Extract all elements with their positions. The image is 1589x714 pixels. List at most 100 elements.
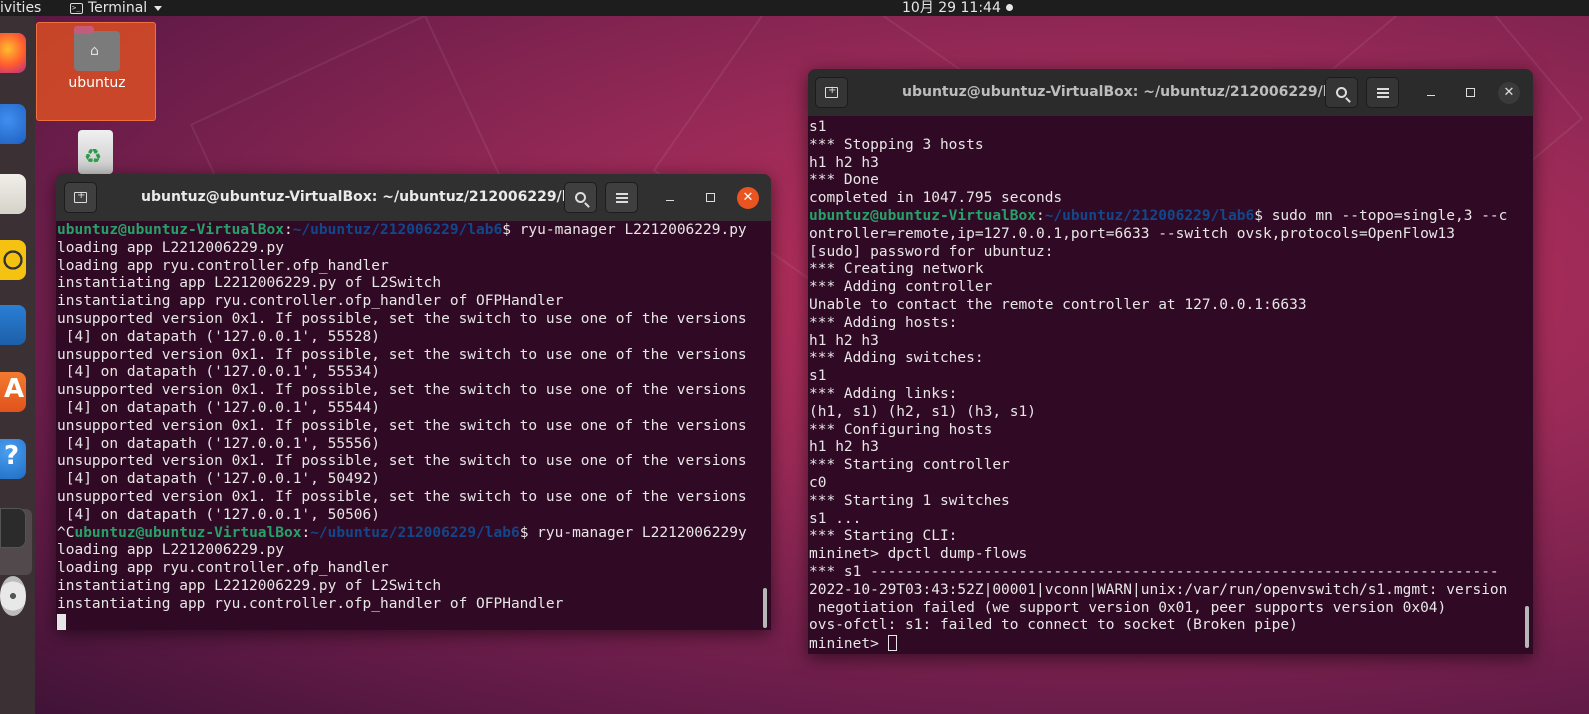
firefox-icon[interactable] xyxy=(0,33,26,73)
terminal-line: h1 h2 h3 xyxy=(809,332,879,349)
terminal-line: s1 xyxy=(809,119,827,135)
maximize-icon xyxy=(705,193,715,202)
title-bar[interactable]: ubuntuz@ubuntuz-VirtualBox: ~/ubuntuz/21… xyxy=(808,69,1533,116)
terminal-window-left[interactable]: ubuntuz@ubuntuz-VirtualBox: ~/ubuntuz/21… xyxy=(56,174,771,630)
new-tab-icon xyxy=(74,190,87,203)
terminal-line: unsupported version 0x1. If possible, se… xyxy=(57,417,747,434)
terminal-line: *** Starting controller xyxy=(809,457,1010,474)
line-prefix: ^C xyxy=(57,524,75,541)
terminal-line: h1 h2 h3 xyxy=(809,439,879,456)
terminal-input-line[interactable] xyxy=(57,613,757,630)
search-icon xyxy=(1336,87,1347,98)
final-prompt: mininet> xyxy=(809,636,888,653)
software-icon[interactable]: A xyxy=(0,372,26,412)
prompt-path: ~/ubuntuz/212006229/lab6 xyxy=(292,222,503,238)
new-tab-button[interactable] xyxy=(815,77,848,108)
terminal-line: unsupported version 0x1. If possible, se… xyxy=(57,310,747,327)
minimize-button[interactable] xyxy=(1422,84,1440,102)
terminal-line: [4] on datapath ('127.0.0.1', 55556) xyxy=(57,435,381,452)
terminal-output[interactable]: s1 *** Stopping 3 hosts h1 h2 h3 *** Done co… xyxy=(809,119,1524,653)
new-tab-icon xyxy=(825,85,838,98)
terminal-line: [4] on datapath ('127.0.0.1', 55534) xyxy=(57,364,381,381)
window-title: ubuntuz@ubuntuz-VirtualBox: ~/ubuntuz/21… xyxy=(902,84,1357,100)
menu-button[interactable] xyxy=(1366,77,1399,108)
terminal-line: ubuntuz@ubuntuz-VirtualBox:~/ubuntuz/212… xyxy=(809,207,1508,224)
app-menu[interactable]: >_ Terminal xyxy=(70,0,163,16)
command-text: $ ryu-manager L2212006229.py xyxy=(502,222,747,238)
search-button[interactable] xyxy=(1325,77,1358,108)
files-icon[interactable] xyxy=(0,174,26,214)
prompt-user: ubuntuz@ubuntuz-VirtualBox xyxy=(57,222,284,238)
terminal-line: loading app ryu.controller.ofp_handler xyxy=(57,257,389,274)
terminal-line: 2022-10-29T03:43:52Z|00001|vconn|WARN|un… xyxy=(809,581,1508,598)
terminal-line: loading app ryu.controller.ofp_handler xyxy=(57,560,389,577)
help-glyph: ? xyxy=(4,441,20,471)
activities-button[interactable]: ivities xyxy=(0,0,41,16)
terminal-line: *** s1 ---------------------------------… xyxy=(809,563,1499,580)
terminal-line: s1 xyxy=(809,368,827,385)
window-title: ubuntuz@ubuntuz-VirtualBox: ~/ubuntuz/21… xyxy=(141,189,596,205)
terminal-output[interactable]: ubuntuz@ubuntuz-VirtualBox:~/ubuntuz/212… xyxy=(57,222,757,630)
terminal-line: loading app L2212006229.py xyxy=(57,239,284,256)
close-button[interactable]: ✕ xyxy=(737,187,759,209)
terminal-line: ^Cubuntuz@ubuntuz-VirtualBox:~/ubuntuz/2… xyxy=(57,524,747,541)
maximize-button[interactable] xyxy=(701,189,719,207)
terminal-window-right[interactable]: ubuntuz@ubuntuz-VirtualBox: ~/ubuntuz/21… xyxy=(808,69,1533,654)
hamburger-menu-icon xyxy=(615,192,628,203)
terminal-line: s1 ... xyxy=(809,510,862,527)
trash-icon[interactable]: ♻ xyxy=(78,130,113,174)
terminal-line: instantiating app L2212006229.py of L2Sw… xyxy=(57,275,442,292)
search-button[interactable] xyxy=(564,182,597,213)
terminal-line: (h1, s1) (h2, s1) (h3, s1) xyxy=(809,403,1036,420)
maximize-icon xyxy=(1465,88,1475,97)
help-icon[interactable]: ? xyxy=(0,439,26,479)
close-icon: ✕ xyxy=(742,190,754,205)
terminal-line: [4] on datapath ('127.0.0.1', 50506) xyxy=(57,506,381,523)
home-folder-icon[interactable]: ⌂ ubuntuz xyxy=(36,22,156,121)
close-button[interactable]: ✕ xyxy=(1498,82,1520,104)
terminal-line: *** Done xyxy=(809,172,879,189)
rhythmbox-icon[interactable] xyxy=(0,240,26,280)
folder-icon: ⌂ xyxy=(74,26,120,71)
terminal-line: unsupported version 0x1. If possible, se… xyxy=(57,346,747,363)
terminal-line: *** Starting CLI: xyxy=(809,528,958,545)
terminal-line: [4] on datapath ('127.0.0.1', 55544) xyxy=(57,399,381,416)
terminal-line: c0 xyxy=(809,474,827,491)
minimize-icon xyxy=(1427,95,1435,96)
terminal-line: ovs-ofctl: s1: failed to connect to sock… xyxy=(809,617,1298,634)
thunderbird-icon[interactable] xyxy=(0,104,26,144)
terminal-line: *** Configuring hosts xyxy=(809,421,993,438)
terminal-line: ubuntuz@ubuntuz-VirtualBox:~/ubuntuz/212… xyxy=(57,222,747,238)
maximize-button[interactable] xyxy=(1461,84,1479,102)
writer-icon[interactable] xyxy=(0,305,26,345)
prompt-user: ubuntuz@ubuntuz-VirtualBox xyxy=(74,524,302,541)
terminal-dock-icon[interactable] xyxy=(0,508,26,548)
software-glyph: A xyxy=(4,374,25,404)
terminal-line: [sudo] password for ubuntuz: xyxy=(809,243,1054,260)
terminal-line: completed in 1047.795 seconds xyxy=(809,190,1063,207)
new-tab-button[interactable] xyxy=(64,182,97,213)
title-bar[interactable]: ubuntuz@ubuntuz-VirtualBox: ~/ubuntuz/21… xyxy=(56,174,771,221)
menu-button[interactable] xyxy=(605,182,638,213)
clock[interactable]: 10月 29 11:44 xyxy=(902,0,1001,16)
prompt-path: ~/ubuntuz/212006229/lab6 xyxy=(1044,207,1255,224)
text-cursor xyxy=(57,613,66,630)
chevron-down-icon xyxy=(154,5,163,11)
dvd-icon[interactable] xyxy=(0,576,26,616)
prompt-path: ~/ubuntuz/212006229/lab6 xyxy=(310,524,520,541)
terminal-input-line[interactable]: mininet> xyxy=(809,635,1524,653)
dock: A ? xyxy=(0,16,35,714)
scrollbar[interactable] xyxy=(1525,606,1529,648)
command-text: $ ryu-manager L2212006229y xyxy=(519,524,747,541)
terminal-line: mininet> dpctl dump-flows xyxy=(809,546,1028,563)
terminal-line: unsupported version 0x1. If possible, se… xyxy=(57,488,747,505)
scrollbar[interactable] xyxy=(763,588,767,628)
terminal-line: *** Adding links: xyxy=(809,385,958,402)
app-menu-label: Terminal xyxy=(88,0,148,16)
terminal-line: *** Adding switches: xyxy=(809,350,984,367)
terminal-line: ontroller=remote,ip=127.0.0.1,port=6633 … xyxy=(809,225,1456,242)
close-icon: ✕ xyxy=(1503,85,1515,100)
minimize-button[interactable] xyxy=(661,189,679,207)
home-icon: ⌂ xyxy=(90,43,99,59)
hamburger-menu-icon xyxy=(1376,87,1389,98)
